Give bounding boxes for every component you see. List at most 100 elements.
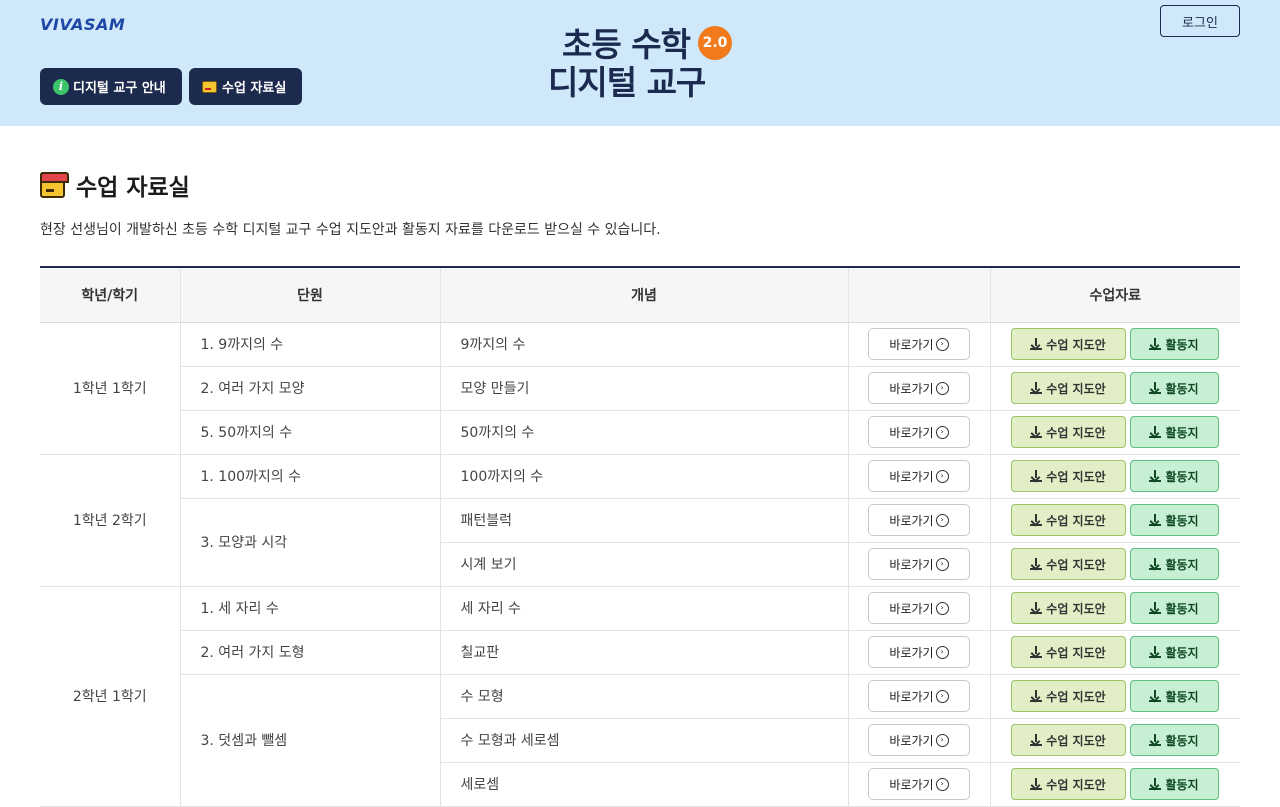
download-worksheet-button[interactable]: 활동지 — [1129, 548, 1219, 580]
go-button[interactable]: 바로가기 › — [868, 680, 970, 712]
go-button[interactable]: 바로가기 › — [868, 724, 970, 756]
download-icon — [1149, 558, 1162, 570]
download-lesson-plan-button[interactable]: 수업 지도안 — [1010, 592, 1126, 624]
download-worksheet-button[interactable]: 활동지 — [1129, 372, 1219, 404]
nav-digital-guide-button[interactable]: i 디지털 교구 안내 — [40, 68, 182, 105]
unit-cell: 3. 덧셈과 뺄셈 — [180, 674, 441, 807]
go-label: 바로가기 — [889, 425, 934, 440]
download-lesson-plan-button[interactable]: 수업 지도안 — [1010, 372, 1126, 404]
go-button[interactable]: 바로가기 › — [868, 768, 970, 800]
chevron-right-circle-icon: › — [935, 601, 949, 615]
download-worksheet-button[interactable]: 활동지 — [1129, 680, 1219, 712]
concept-cell: 세 자리 수 — [440, 586, 849, 631]
unit-cell: 1. 세 자리 수 — [180, 586, 441, 631]
table-row: 1학년 2학기 1. 100까지의 수 100까지의 수 바로가기 › 수업 지도… — [40, 454, 1240, 587]
download-lesson-plan-button[interactable]: 수업 지도안 — [1010, 548, 1126, 580]
download-lesson-plan-button[interactable]: 수업 지도안 — [1010, 636, 1126, 668]
download-lesson-plan-button[interactable]: 수업 지도안 — [1010, 460, 1126, 492]
download-worksheet-button[interactable]: 활동지 — [1129, 416, 1219, 448]
unit-cell: 5. 50까지의 수 — [180, 410, 441, 455]
go-label: 바로가기 — [889, 777, 934, 792]
download-worksheet-button[interactable]: 활동지 — [1129, 724, 1219, 756]
concept-cell: 세로셈 — [440, 762, 849, 807]
lesson-plan-label: 수업 지도안 — [1046, 645, 1106, 660]
page-title: 수업 자료실 — [76, 175, 190, 201]
unit-cell: 3. 모양과 시각 — [180, 498, 441, 587]
download-worksheet-button[interactable]: 활동지 — [1129, 328, 1219, 360]
worksheet-label: 활동지 — [1165, 381, 1199, 396]
login-button[interactable]: 로그인 — [1160, 5, 1240, 37]
section-description: 현장 선생님이 개발하신 초등 수학 디지털 교구 수업 지도안과 활동지 자료… — [40, 222, 661, 238]
go-button[interactable]: 바로가기 › — [868, 504, 970, 536]
folder-icon — [40, 172, 69, 198]
header-concept: 개념 — [440, 267, 849, 323]
nav-materials-button[interactable]: 수업 자료실 — [189, 68, 302, 105]
lesson-plan-label: 수업 지도안 — [1046, 337, 1106, 352]
download-lesson-plan-button[interactable]: 수업 지도안 — [1010, 504, 1126, 536]
concept-cell: 모양 만들기 — [440, 366, 849, 411]
header-grade: 학년/학기 — [40, 267, 181, 323]
chevron-right-circle-icon: › — [935, 469, 949, 483]
lesson-plan-label: 수업 지도안 — [1046, 381, 1106, 396]
download-worksheet-button[interactable]: 활동지 — [1129, 504, 1219, 536]
download-icon — [1149, 382, 1162, 394]
header-materials: 수업자료 — [990, 267, 1240, 323]
worksheet-label: 활동지 — [1165, 425, 1199, 440]
lesson-plan-label: 수업 지도안 — [1046, 601, 1106, 616]
site-header: VIVASAM i 디지털 교구 안내 수업 자료실 초등 수학 2.0 디지털… — [0, 0, 1280, 126]
download-icon — [1030, 558, 1043, 570]
section-heading: 수업 자료실 — [40, 168, 190, 202]
chevron-right-circle-icon: › — [935, 733, 949, 747]
download-lesson-plan-button[interactable]: 수업 지도안 — [1010, 768, 1126, 800]
download-lesson-plan-button[interactable]: 수업 지도안 — [1010, 680, 1126, 712]
download-icon — [1149, 338, 1162, 350]
download-icon — [1149, 514, 1162, 526]
go-button[interactable]: 바로가기 › — [868, 460, 970, 492]
download-lesson-plan-button[interactable]: 수업 지도안 — [1010, 416, 1126, 448]
chevron-right-circle-icon: › — [935, 381, 949, 395]
download-worksheet-button[interactable]: 활동지 — [1129, 636, 1219, 668]
go-button[interactable]: 바로가기 › — [868, 328, 970, 360]
chevron-right-circle-icon: › — [935, 557, 949, 571]
concept-cell: 시계 보기 — [440, 542, 849, 587]
download-icon — [1030, 602, 1043, 614]
go-button[interactable]: 바로가기 › — [868, 548, 970, 580]
download-icon — [1030, 338, 1043, 350]
chevron-right-circle-icon: › — [935, 689, 949, 703]
unit-cell: 1. 100까지의 수 — [180, 454, 441, 499]
chevron-right-circle-icon: › — [935, 337, 949, 351]
lesson-plan-label: 수업 지도안 — [1046, 425, 1106, 440]
chevron-right-circle-icon: › — [935, 777, 949, 791]
go-button[interactable]: 바로가기 › — [868, 592, 970, 624]
download-worksheet-button[interactable]: 활동지 — [1129, 768, 1219, 800]
go-button[interactable]: 바로가기 › — [868, 636, 970, 668]
grade-cell: 1학년 2학기 — [40, 454, 181, 587]
go-label: 바로가기 — [889, 337, 934, 352]
unit-cell: 1. 9까지의 수 — [180, 322, 441, 367]
download-icon — [1149, 690, 1162, 702]
download-icon — [1030, 690, 1043, 702]
version-badge: 2.0 — [698, 26, 732, 60]
brand-title-line1: 초등 수학 — [562, 25, 691, 64]
download-worksheet-button[interactable]: 활동지 — [1129, 592, 1219, 624]
table-row: 3. 덧셈과 뺄셈 수 모형 바로가기 › 수업 지도안 활동지 — [40, 674, 1240, 807]
download-icon — [1149, 646, 1162, 658]
header-go — [848, 267, 991, 323]
download-icon — [1030, 734, 1043, 746]
go-label: 바로가기 — [889, 601, 934, 616]
go-label: 바로가기 — [889, 733, 934, 748]
go-button[interactable]: 바로가기 › — [868, 372, 970, 404]
download-worksheet-button[interactable]: 활동지 — [1129, 460, 1219, 492]
chevron-right-circle-icon: › — [935, 645, 949, 659]
download-lesson-plan-button[interactable]: 수업 지도안 — [1010, 724, 1126, 756]
brand-title[interactable]: 초등 수학 2.0 디지털 교구 — [548, 25, 738, 103]
lesson-plan-label: 수업 지도안 — [1046, 469, 1106, 484]
concept-cell: 100까지의 수 — [440, 454, 849, 499]
vivasam-logo[interactable]: VIVASAM — [40, 15, 125, 34]
chevron-right-circle-icon: › — [935, 513, 949, 527]
unit-cell: 2. 여러 가지 도형 — [180, 630, 441, 675]
go-button[interactable]: 바로가기 › — [868, 416, 970, 448]
table-row: 2. 여러 가지 도형 칠교판 바로가기 › 수업 지도안 활동지 — [40, 630, 1240, 675]
download-icon — [1149, 426, 1162, 438]
download-lesson-plan-button[interactable]: 수업 지도안 — [1010, 328, 1126, 360]
